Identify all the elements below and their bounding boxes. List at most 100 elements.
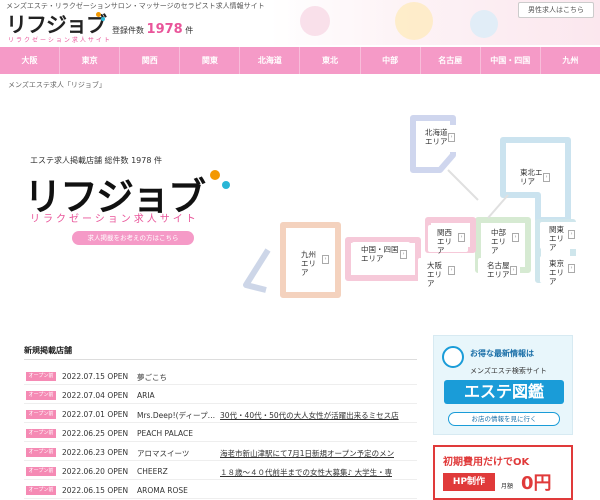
listing-name[interactable]: PEACH PALACE	[137, 429, 193, 438]
pre-open-badge: オープン前	[26, 486, 56, 495]
listing-date: 2022.06.23 OPEN	[62, 448, 129, 457]
ad-mascot-icon	[442, 346, 464, 368]
region-label: 中国・四国エリア	[361, 245, 399, 263]
chevron-right-icon: ›	[568, 264, 575, 273]
nav-item-tokyo[interactable]: 東京	[60, 47, 121, 74]
hero-subtitle: リラクゼーション求人サイト	[30, 214, 199, 225]
ad2-service: HP制作	[443, 473, 495, 491]
decoration-bubble	[470, 10, 498, 38]
region-nagoya[interactable]: 名古屋エリア ›	[478, 258, 520, 285]
listing-date: 2022.06.25 OPEN	[62, 429, 129, 438]
chevron-right-icon: ›	[400, 250, 407, 259]
listing-date: 2022.06.20 OPEN	[62, 467, 129, 476]
site-header: メンズエステ・リラクゼーションサロン・マッサージのセラピスト求人情報サイト リフ…	[0, 0, 600, 45]
chevron-right-icon: ›	[448, 266, 455, 275]
listing-count: 登録件数 1978 件	[112, 22, 193, 37]
region-kansai[interactable]: 関西エリア ›	[428, 225, 468, 255]
hp-production-banner[interactable]: 初期費用だけでOK HP制作 月額 0円	[433, 445, 573, 500]
region-kanto[interactable]: 関東エリア ›	[540, 222, 578, 252]
listing-row[interactable]: オープン前 2022.07.01 OPEN Mrs.Deep!(ディープ… 30代・4…	[24, 406, 417, 423]
chevron-right-icon: ›	[458, 233, 465, 242]
region-nav: 大阪 東京 関西 関東 北海道 東北 中部 名古屋 中国・四国 九州	[0, 47, 600, 74]
region-label: 大阪エリア	[427, 261, 442, 288]
region-label: 東北エリア	[520, 168, 543, 186]
section-divider	[24, 359, 417, 360]
listing-name[interactable]: CHEERZ	[137, 467, 168, 476]
listing-desc[interactable]: 海老市新山津駅にて7月1日新規オープン予定のメン	[220, 448, 394, 459]
listing-row[interactable]: オープン前 2022.06.20 OPEN CHEERZ １８歳～４０代前半までの女性…	[24, 463, 417, 480]
chevron-right-icon: ›	[568, 230, 575, 239]
listing-date: 2022.07.01 OPEN	[62, 410, 129, 419]
listing-date: 2022.06.15 OPEN	[62, 486, 129, 495]
decoration-bubble	[395, 2, 433, 40]
region-kyushu[interactable]: 九州エリア ›	[292, 247, 332, 277]
post-listing-button[interactable]: 求人掲載をお考えの方はこちら	[72, 231, 194, 245]
nav-item-kansai[interactable]: 関西	[120, 47, 181, 74]
region-label: 北海道エリア	[425, 128, 448, 146]
nav-item-nagoya[interactable]: 名古屋	[421, 47, 481, 74]
hero-logo-dot-icon	[210, 170, 220, 180]
ad-cta-button[interactable]: お店の情報を見に行く	[448, 412, 560, 426]
ad-mid-text: メンズエステ検索サイト	[470, 367, 547, 375]
map-connector	[447, 169, 509, 219]
listing-desc[interactable]: １８歳～４０代前半までの女性大募集♪ 大学生・専	[220, 467, 392, 478]
region-label: 中部エリア	[491, 228, 506, 255]
hero-caption: エステ求人掲載店舗 総件数 1978 件	[30, 156, 162, 165]
listing-name[interactable]: ARIA	[137, 391, 155, 400]
region-chugoku[interactable]: 中国・四国エリア ›	[352, 242, 410, 269]
ad2-price: 0円	[521, 473, 552, 494]
pre-open-badge: オープン前	[26, 410, 56, 419]
region-chubu[interactable]: 中部エリア ›	[482, 225, 522, 255]
nav-item-osaka[interactable]: 大阪	[0, 47, 61, 74]
site-logo-sub: リラクゼーション求人サイト	[8, 37, 112, 44]
listing-row[interactable]: オープン前 2022.07.15 OPEN 夢ごこち	[24, 368, 417, 385]
listing-date: 2022.07.15 OPEN	[62, 372, 129, 381]
hero-logo-dot-icon	[222, 181, 230, 189]
listing-row[interactable]: オープン前 2022.06.15 OPEN AROMA ROSE	[24, 482, 417, 499]
este-zukan-banner[interactable]: お得な最新情報は メンズエステ検索サイト エステ図鑑 お店の情報を見に行く	[433, 335, 573, 435]
chevron-right-icon: ›	[543, 173, 550, 182]
pre-open-badge: オープン前	[26, 467, 56, 476]
pre-open-badge: オープン前	[26, 391, 56, 400]
listing-row[interactable]: オープン前 2022.06.23 OPEN アロマスイーツ 海老市新山津駅にて7月1日…	[24, 444, 417, 461]
logo-dot-icon	[96, 12, 101, 17]
pre-open-badge: オープン前	[26, 448, 56, 457]
male-jobs-button[interactable]: 男性求人はこちら	[518, 2, 594, 18]
decoration-bubble	[300, 6, 330, 36]
count-value: 1978	[146, 22, 183, 37]
nav-item-kyushu[interactable]: 九州	[541, 47, 600, 74]
listing-name[interactable]: Mrs.Deep!(ディープ…	[137, 410, 215, 421]
listing-name[interactable]: 夢ごこち	[137, 372, 167, 383]
listing-desc[interactable]: 30代・40代・50代の大人女性が活躍出来るミセス店	[220, 410, 399, 421]
ad-title: エステ図鑑	[444, 380, 564, 404]
chevron-right-icon: ›	[510, 266, 517, 275]
region-osaka[interactable]: 大阪エリア ›	[418, 258, 458, 288]
nav-item-tohoku[interactable]: 東北	[300, 47, 361, 74]
breadcrumb[interactable]: メンズエステ求人「リジョブ」	[8, 80, 106, 90]
listing-row[interactable]: オープン前 2022.06.25 OPEN PEACH PALACE	[24, 425, 417, 442]
chevron-right-icon: ›	[322, 255, 329, 264]
map-shape-okinawa	[243, 248, 271, 293]
listing-name[interactable]: アロマスイーツ	[137, 448, 189, 459]
region-label: 名古屋エリア	[487, 261, 510, 279]
region-label: 九州エリア	[301, 250, 316, 277]
nav-item-kanto[interactable]: 関東	[180, 47, 241, 74]
listing-date: 2022.07.04 OPEN	[62, 391, 129, 400]
ad2-monthly: 月額	[501, 483, 514, 490]
nav-item-chugoku[interactable]: 中国・四国	[481, 47, 541, 74]
nav-item-chubu[interactable]: 中部	[361, 47, 421, 74]
count-unit: 件	[185, 26, 194, 35]
region-tohoku[interactable]: 東北エリア ›	[511, 165, 553, 192]
pre-open-badge: オープン前	[26, 372, 56, 381]
listing-row[interactable]: オープン前 2022.07.04 OPEN ARIA	[24, 387, 417, 404]
chevron-right-icon: ›	[512, 233, 519, 242]
region-label: 関西エリア	[437, 228, 452, 255]
ad2-top-text: 初期費用だけでOK	[443, 457, 530, 468]
region-hokkaido[interactable]: 北海道エリア ›	[416, 125, 458, 152]
logo-dot-icon	[101, 17, 105, 21]
region-tokyo[interactable]: 東京エリア ›	[540, 256, 578, 286]
listing-name[interactable]: AROMA ROSE	[137, 486, 188, 495]
nav-item-hokkaido[interactable]: 北海道	[240, 47, 301, 74]
pre-open-badge: オープン前	[26, 429, 56, 438]
chevron-right-icon: ›	[448, 133, 455, 142]
